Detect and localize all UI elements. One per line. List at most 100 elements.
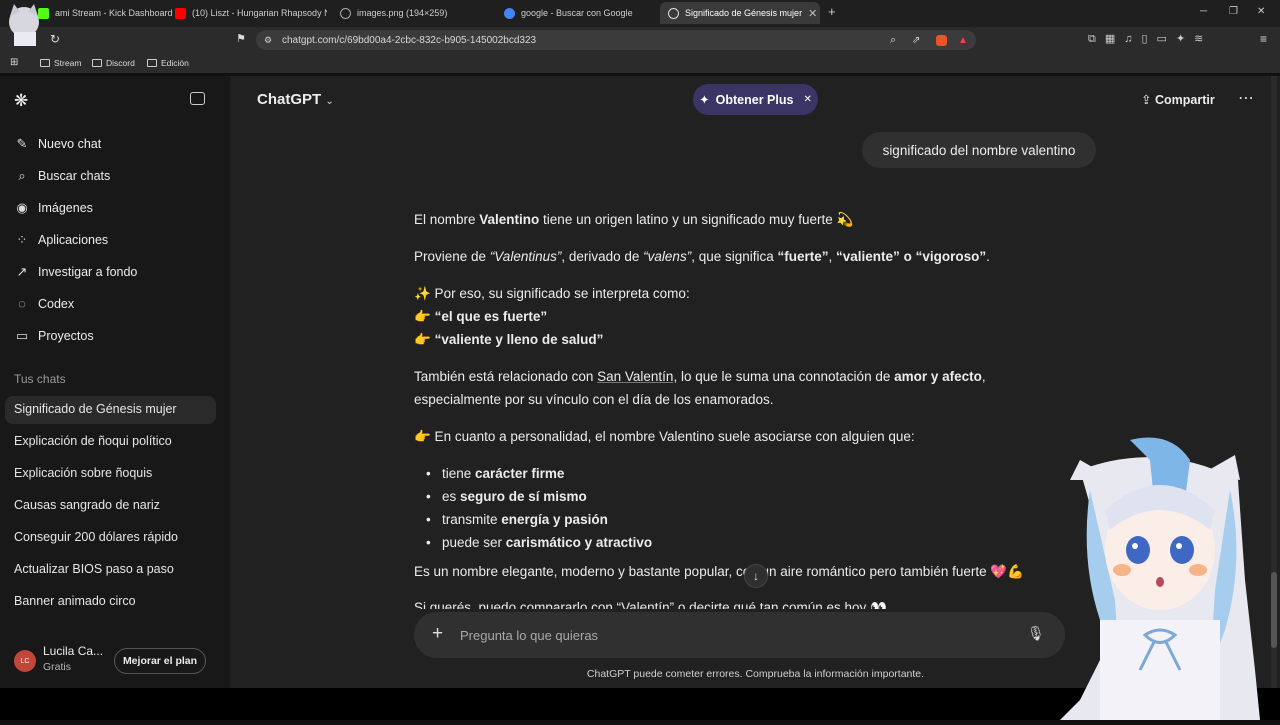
sidebar-item-buscar-chats[interactable]: ⌕ Buscar chats	[14, 168, 110, 184]
browser-tab[interactable]: ami Stream - Kick Dashboard	[30, 2, 190, 24]
sidebar-item-aplicaciones[interactable]: ⁘ Aplicaciones	[14, 232, 109, 248]
scrollbar-thumb[interactable]	[1271, 572, 1277, 648]
chatgpt-favicon-icon	[668, 7, 679, 19]
bold-text: carácter firme	[475, 466, 565, 481]
upgrade-plan-button[interactable]: Mejorar el plan	[114, 648, 206, 674]
user-profile[interactable]: LC Lucila Ca... Gratis Mejorar el plan	[0, 636, 230, 684]
answer-paragraph: Es un nombre elegante, moderno y bastant…	[414, 564, 1024, 579]
url-field[interactable]: ⚙ chatgpt.com/c/69bd00a4-2cbc-832c-b905-…	[256, 30, 976, 50]
text: Proviene de	[414, 249, 490, 264]
browser-tab-active[interactable]: Significado de Génesis mujer ✕	[660, 2, 820, 24]
new-tab-icon[interactable]: +	[828, 4, 836, 19]
brave-shield-icon[interactable]	[936, 34, 947, 46]
brave-rewards-icon[interactable]: ▲	[958, 35, 968, 46]
minimize-icon[interactable]: ─	[1200, 6, 1207, 17]
scrollbar[interactable]	[1271, 76, 1277, 688]
chat-list-item[interactable]: Explicación sobre ñoquis	[14, 466, 152, 480]
attach-plus-icon[interactable]: +	[432, 623, 443, 645]
sidebar-item-label: Buscar chats	[38, 169, 111, 183]
bold-text: energía y pasión	[501, 512, 608, 527]
answer-paragraph: 👉 En cuanto a personalidad, el nombre Va…	[414, 429, 915, 444]
browser-menu-icon[interactable]: ≡	[1260, 32, 1267, 46]
text: También está relacionado con	[414, 369, 598, 384]
chat-list-item[interactable]: Actualizar BIOS paso a paso	[14, 562, 174, 576]
bold-text: seguro de sí mismo	[460, 489, 587, 504]
chevron-down-icon: ⌄	[325, 96, 334, 107]
chat-list-item[interactable]: Significado de Génesis mujer	[14, 402, 177, 416]
bold-text: o	[899, 249, 916, 264]
microphone-icon[interactable]: 🎙	[1027, 625, 1045, 642]
sidebar-item-label: Nuevo chat	[38, 137, 102, 151]
sparkle-icon: ✦	[699, 93, 710, 107]
folder-icon	[147, 59, 157, 67]
apps-grid-icon[interactable]: ⊞	[10, 57, 18, 68]
sidebar-item-nuevo-chat[interactable]: ✎ Nuevo chat	[14, 136, 102, 152]
bookmark-folder-discord[interactable]: Discord	[92, 58, 135, 68]
address-bar-area: ↻ ⚑ ⚙ chatgpt.com/c/69bd00a4-2cbc-832c-b…	[0, 27, 1280, 53]
italic-text: “Valentinus”	[489, 249, 562, 264]
close-icon[interactable]: ✕	[803, 94, 811, 105]
bookmark-icon[interactable]: ⚑	[236, 32, 246, 45]
tab-label: (10) Liszt - Hungarian Rhapsody No.	[192, 8, 327, 18]
tab-label: Significado de Génesis mujer	[685, 8, 803, 18]
sidebar: ❋ ✎ Nuevo chat ⌕ Buscar chats ◉ Imágenes ⁘ A…	[0, 76, 230, 688]
chat-list-item[interactable]: Causas sangrado de nariz	[14, 498, 160, 512]
traits-list: tiene carácter firme es seguro de sí mis…	[414, 462, 1054, 554]
zoom-icon[interactable]: ⌕	[890, 34, 896, 47]
chat-list-item[interactable]: Explicación de ñoqui político	[14, 434, 172, 448]
avatar: LC	[14, 650, 36, 672]
extensions-icon[interactable]: ⧉▦♫▯▭✦≋	[1088, 32, 1212, 46]
bookmark-folder-stream[interactable]: Stream	[40, 58, 81, 68]
main-header: ChatGPT ⌄ ✦ Obtener Plus ✕ ⇪ Compartir ⋯	[230, 76, 1280, 122]
user-name: Lucila Ca...	[43, 644, 104, 658]
sidebar-item-codex[interactable]: ◌ Codex	[14, 296, 74, 311]
link-text[interactable]: San Valentín	[597, 369, 673, 384]
model-selector[interactable]: ChatGPT ⌄	[257, 91, 334, 108]
folder-icon	[92, 59, 102, 67]
reload-icon[interactable]: ↻	[50, 32, 60, 46]
sidebar-item-label: Proyectos	[38, 329, 94, 343]
browser-tab[interactable]: images.png (194×259)	[332, 2, 492, 24]
share-label: Compartir	[1154, 93, 1215, 107]
share-button[interactable]: ⇪ Compartir	[1141, 92, 1215, 107]
apps-icon: ⁘	[16, 232, 28, 247]
share-page-icon[interactable]: ⇗	[912, 35, 920, 46]
sidebar-item-investigar[interactable]: ↗ Investigar a fondo	[14, 264, 138, 280]
more-options-icon[interactable]: ⋯	[1238, 88, 1254, 108]
bold-text: amor y afecto	[894, 369, 982, 384]
telescope-icon: ↗	[16, 264, 28, 279]
chat-list-item[interactable]: Banner animado circo	[14, 594, 136, 608]
chat-list-item[interactable]: Conseguir 200 dólares rápido	[14, 530, 178, 544]
get-plus-button[interactable]: ✦ Obtener Plus ✕	[693, 84, 818, 115]
maximize-icon[interactable]: ❐	[1229, 6, 1238, 17]
browser-tab[interactable]: google - Buscar con Google	[496, 2, 656, 24]
close-tab-icon[interactable]: ✕	[808, 7, 817, 20]
disclaimer-text: ChatGPT puede cometer errores. Comprueba…	[586, 668, 925, 680]
italic-text: “valens”	[643, 249, 692, 264]
text: , que significa	[691, 249, 778, 264]
answer-paragraph: Proviene de “Valentinus”, derivado de “v…	[414, 245, 1054, 268]
site-info-icon[interactable]: ⚙	[264, 35, 272, 46]
bookmark-folder-edicion[interactable]: Edición	[147, 58, 189, 68]
globe-icon	[340, 7, 351, 19]
close-window-icon[interactable]: ✕	[1257, 6, 1265, 17]
sidebar-item-label: Investigar a fondo	[38, 265, 138, 279]
sidebar-item-proyectos[interactable]: ▭ Proyectos	[14, 328, 94, 344]
codex-icon: ◌	[18, 296, 26, 311]
streamer-overlay-icon	[4, 2, 44, 52]
bold-text: “el que es fuerte”	[434, 309, 548, 324]
model-name: ChatGPT	[257, 91, 322, 108]
scroll-down-button[interactable]: ↓	[744, 564, 768, 588]
sidebar-item-imagenes[interactable]: ◉ Imágenes	[14, 200, 93, 216]
browser-tab[interactable]: (10) Liszt - Hungarian Rhapsody No.	[167, 2, 327, 24]
toggle-sidebar-icon[interactable]	[190, 92, 205, 105]
prompt-input[interactable]	[460, 624, 1000, 646]
user-message-bubble: significado del nombre valentino	[862, 132, 1096, 168]
list-item: tiene carácter firme	[414, 462, 1054, 485]
openai-logo-icon[interactable]: ❋	[14, 91, 28, 111]
pointing-hand-icon: 👉	[414, 309, 431, 324]
text: , lo que le suma una connotación de	[673, 369, 895, 384]
bold-text: “valiente”	[836, 249, 900, 264]
text: ✨ Por eso, su significado se interpreta …	[414, 286, 690, 301]
text: transmite	[442, 512, 502, 527]
